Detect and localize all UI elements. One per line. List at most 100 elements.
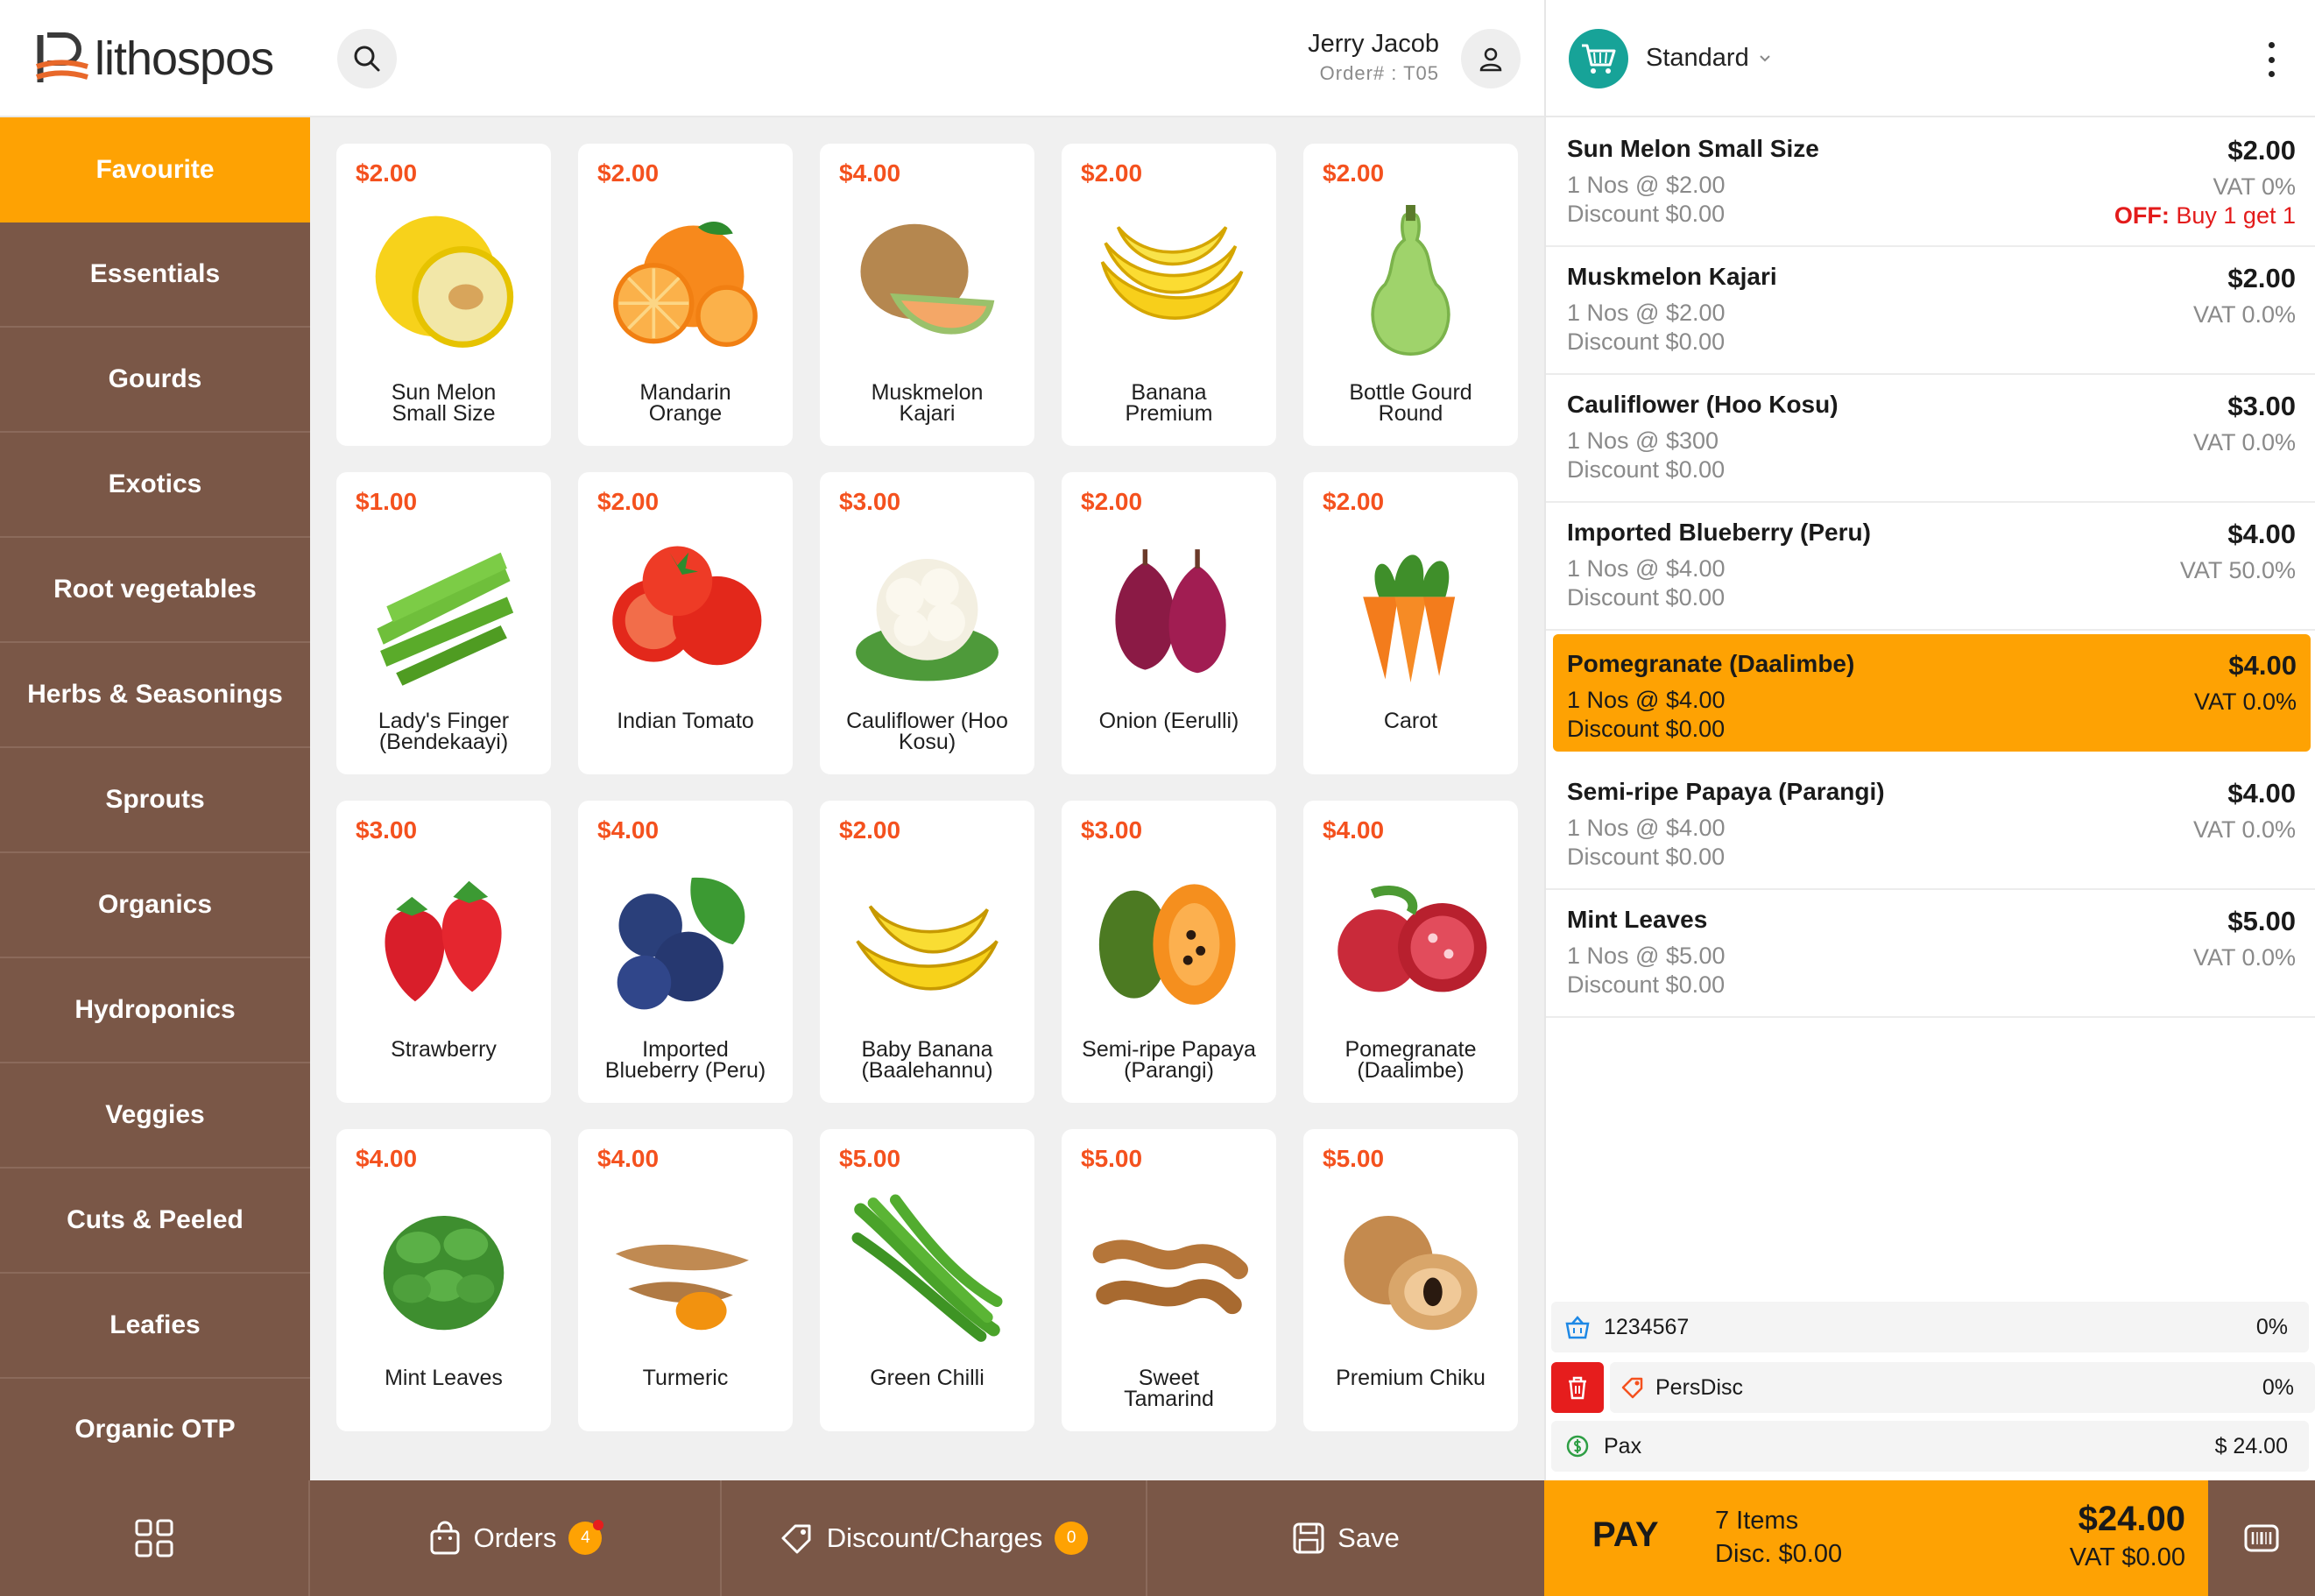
onion-icon xyxy=(1115,549,1226,674)
category-sprouts[interactable]: Sprouts xyxy=(0,748,310,853)
pricelist-avatar[interactable] xyxy=(1569,29,1628,88)
product-name: Sun Melon Small Size xyxy=(391,380,497,426)
category-organic-otp[interactable]: Organic OTP xyxy=(0,1379,310,1480)
discount-tag-icon xyxy=(1610,1375,1655,1400)
search-button[interactable] xyxy=(337,29,397,88)
product-name: Semi-ripe Papaya (Parangi) xyxy=(1082,1037,1256,1083)
product-price: $2.00 xyxy=(597,488,660,515)
category-cuts-peeled[interactable]: Cuts & Peeled xyxy=(0,1169,310,1274)
category-favourite[interactable]: Favourite xyxy=(0,117,310,222)
product-card[interactable]: $5.00 Premium Chiku xyxy=(1303,1129,1518,1431)
banana-icon xyxy=(1100,226,1244,320)
cart-line[interactable]: Imported Blueberry (Peru) 1 Nos @ $4.00 Di… xyxy=(1546,503,2315,631)
cart-line-amount: $3.00 xyxy=(2227,391,2296,421)
user-button[interactable] xyxy=(1461,29,1521,88)
cart-header: Standard xyxy=(1546,0,2315,117)
product-image xyxy=(606,862,765,1020)
discount-charges-label: Discount/Charges xyxy=(826,1522,1043,1553)
pricelist-select[interactable]: Standard xyxy=(1646,44,1772,73)
product-name: Baby Banana (Baalehannu) xyxy=(861,1037,993,1083)
product-card[interactable]: $5.00 Green Chilli xyxy=(820,1129,1034,1431)
product-price: $1.00 xyxy=(356,488,418,515)
cart-line-offer: OFF: Buy 1 get 1 xyxy=(2114,202,2296,229)
product-card[interactable]: $2.00 Baby Banana (Baalehannu) xyxy=(820,801,1034,1103)
cart-icon xyxy=(1582,44,1616,74)
customer-id: 1234567 xyxy=(1604,1314,1690,1339)
cart-line-discount: Discount $0.00 xyxy=(1567,716,1726,742)
product-image xyxy=(1090,1190,1248,1349)
product-card[interactable]: $4.00 Pomegranate (Daalimbe) xyxy=(1303,801,1518,1103)
product-card[interactable]: $2.00 Onion (Eerulli) xyxy=(1062,472,1276,774)
cart-line[interactable]: Pomegranate (Daalimbe) 1 Nos @ $4.00 Disco… xyxy=(1553,634,2311,752)
pay-button[interactable]: PAY 7 Items Disc. $0.00 $24.00 VAT $0.00 xyxy=(1544,1480,2315,1596)
cart-line[interactable]: Mint Leaves 1 Nos @ $5.00 Discount $0.00 $5… xyxy=(1546,890,2315,1018)
dollar-circle-icon xyxy=(1551,1434,1604,1458)
product-card[interactable]: $2.00 Carot xyxy=(1303,472,1518,774)
more-vert-icon[interactable] xyxy=(2261,42,2282,77)
product-price: $3.00 xyxy=(356,816,418,844)
cart-line[interactable]: Muskmelon Kajari 1 Nos @ $2.00 Discount $0… xyxy=(1546,247,2315,375)
mint-icon xyxy=(383,1215,505,1331)
user-icon xyxy=(1479,47,1502,72)
cart-line-discount: Discount $0.00 xyxy=(1567,201,1726,227)
product-card[interactable]: $3.00 Strawberry xyxy=(336,801,551,1103)
category-herbs-seasonings[interactable]: Herbs & Seasonings xyxy=(0,643,310,748)
delete-button[interactable] xyxy=(1551,1362,1604,1413)
cart-line[interactable]: Cauliflower (Hoo Kosu) 1 Nos @ $300 Discou… xyxy=(1546,375,2315,503)
customer-row[interactable]: 1234567 0% xyxy=(1551,1302,2309,1352)
product-card[interactable]: $3.00 Semi-ripe Papaya (Parangi) xyxy=(1062,801,1276,1103)
cart-line-qty: 1 Nos @ $4.00 xyxy=(1567,555,1726,582)
category-gourds[interactable]: Gourds xyxy=(0,328,310,433)
category-leafies[interactable]: Leafies xyxy=(0,1274,310,1379)
category-root-vegetables[interactable]: Root vegetables xyxy=(0,538,310,643)
product-image xyxy=(1090,533,1248,692)
category-hydroponics[interactable]: Hydroponics xyxy=(0,958,310,1063)
pax-row[interactable]: Pax $ 24.00 xyxy=(1551,1421,2309,1472)
product-card[interactable]: $3.00 Cauliflower (Hoo Kosu) xyxy=(820,472,1034,774)
pers-disc-row[interactable]: PersDisc 0% xyxy=(1610,1362,2315,1413)
product-card[interactable]: $2.00 Banana Premium xyxy=(1062,144,1276,446)
scanner-button[interactable] xyxy=(2208,1480,2315,1596)
cart-line-discount: Discount $0.00 xyxy=(1567,971,1726,998)
product-name: Bottle Gourd Round xyxy=(1349,380,1472,426)
cart-line[interactable]: Semi-ripe Papaya (Parangi) 1 Nos @ $4.00 D… xyxy=(1546,762,2315,890)
product-card[interactable]: $4.00 Mint Leaves xyxy=(336,1129,551,1431)
cart-line-vat: VAT 0.0% xyxy=(2192,429,2296,455)
cart-line-vat: VAT 50.0% xyxy=(2179,557,2296,583)
product-card[interactable]: $4.00 Turmeric xyxy=(578,1129,793,1431)
category-exotics[interactable]: Exotics xyxy=(0,433,310,538)
category-organics[interactable]: Organics xyxy=(0,853,310,958)
pers-disc-label: PersDisc xyxy=(1655,1374,1744,1400)
orders-button[interactable]: Orders 4 xyxy=(310,1480,722,1596)
grid-icon xyxy=(135,1519,173,1557)
okra-icon xyxy=(377,552,514,686)
product-card[interactable]: $4.00 Imported Blueberry (Peru) xyxy=(578,801,793,1103)
shopping-bag-icon xyxy=(430,1521,460,1555)
cart-line[interactable]: Sun Melon Small Size 1 Nos @ $2.00 Discoun… xyxy=(1546,119,2315,247)
product-image xyxy=(1090,862,1248,1020)
category-essentials[interactable]: Essentials xyxy=(0,222,310,328)
category-veggies[interactable]: Veggies xyxy=(0,1063,310,1169)
product-image xyxy=(1331,205,1490,364)
product-card[interactable]: $2.00 Mandarin Orange xyxy=(578,144,793,446)
cart-line-name: Imported Blueberry (Peru) xyxy=(1567,519,1871,546)
product-name: Muskmelon Kajari xyxy=(871,380,984,426)
product-image xyxy=(606,1190,765,1349)
save-icon xyxy=(1293,1522,1324,1554)
save-button[interactable]: Save xyxy=(1147,1480,1544,1596)
chiku-icon xyxy=(1344,1215,1478,1331)
discount-charges-button[interactable]: Discount/Charges 0 xyxy=(722,1480,1147,1596)
product-card[interactable]: $2.00 Bottle Gourd Round xyxy=(1303,144,1518,446)
product-name: Green Chilli xyxy=(870,1366,985,1390)
product-card[interactable]: $2.00 Indian Tomato xyxy=(578,472,793,774)
discount-tag-icon xyxy=(781,1524,811,1554)
cart-panel: Standard Sun Melon Small Size 1 Nos @ $2.… xyxy=(1544,0,2315,1480)
product-card[interactable]: $4.00 Muskmelon Kajari xyxy=(820,144,1034,446)
product-image xyxy=(364,533,523,692)
pax-label: Pax xyxy=(1604,1433,1642,1458)
product-name: Onion (Eerulli) xyxy=(1098,709,1239,733)
home-grid-button[interactable] xyxy=(0,1480,310,1596)
product-card[interactable]: $1.00 Lady's Finger (Bendekaayi) xyxy=(336,472,551,774)
product-card[interactable]: $2.00 Sun Melon Small Size xyxy=(336,144,551,446)
product-card[interactable]: $5.00 Sweet Tamarind xyxy=(1062,1129,1276,1431)
